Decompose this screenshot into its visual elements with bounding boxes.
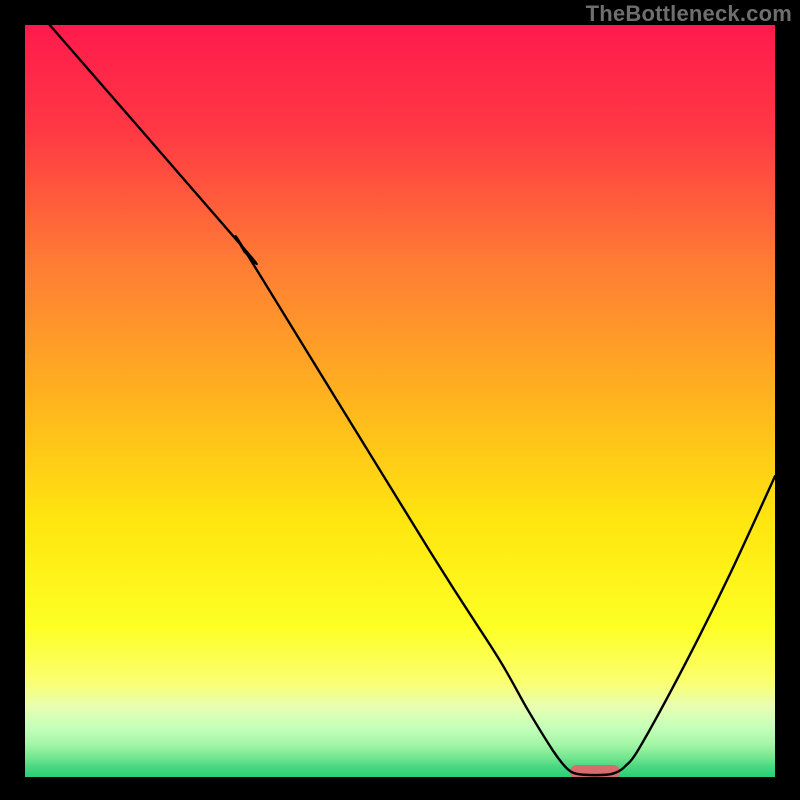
- chart-svg: [25, 25, 775, 777]
- watermark-text: TheBottleneck.com: [586, 1, 792, 27]
- gradient-background: [25, 25, 775, 777]
- plot-area: [25, 25, 775, 777]
- chart-container: TheBottleneck.com: [0, 0, 800, 800]
